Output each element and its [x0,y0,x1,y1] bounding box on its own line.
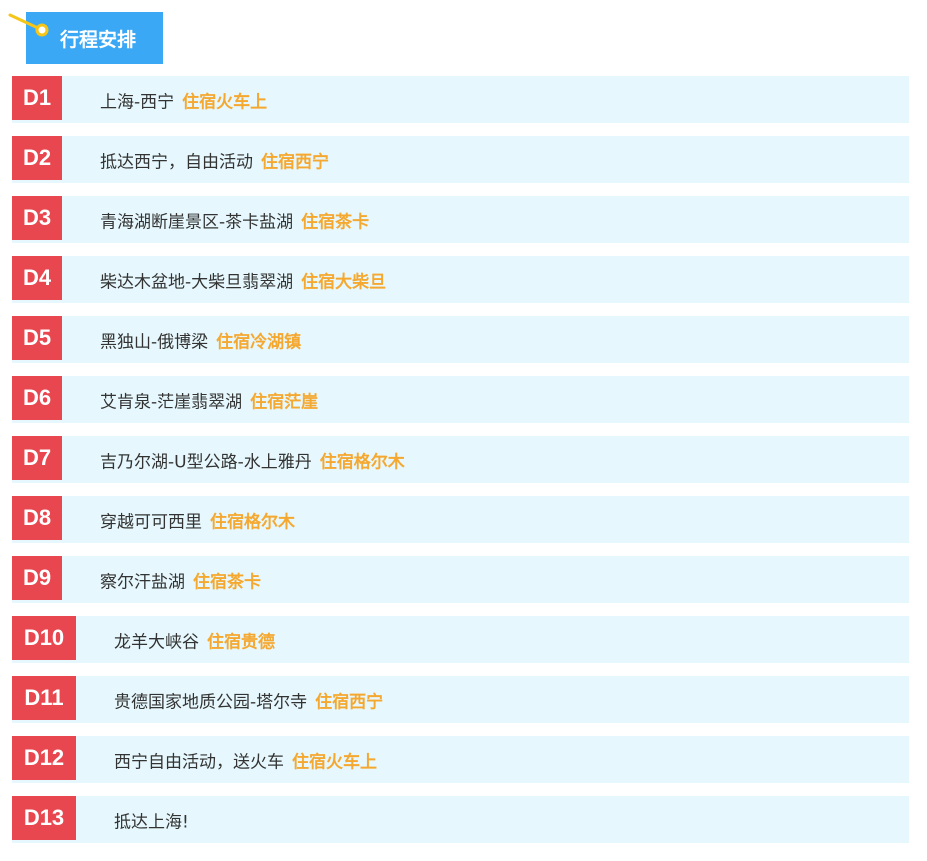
stay-text: 住宿火车上 [292,752,377,772]
route-text: 察尔汗盐湖 [100,572,185,592]
stay-text: 住宿西宁 [315,692,384,712]
day-badge: D5 [12,316,62,360]
stay-text: 住宿西宁 [261,152,329,172]
pin-icon [8,13,49,37]
day-badge: D1 [12,76,62,120]
route-text: 吉乃尔湖-U型公路-水上雅丹 [100,452,312,472]
route-text: 穿越可可西里 [100,512,202,532]
stay-text: 住宿茶卡 [301,212,370,232]
itinerary-row-d11: D11 贵德国家地质公园-塔尔寺 住宿西宁 [12,676,909,723]
itinerary-row-d9: D9 察尔汗盐湖 住宿茶卡 [12,556,909,603]
itinerary-row-d6: D6 艾肯泉-茫崖翡翠湖 住宿茫崖 [12,376,909,423]
day-badge: D2 [12,136,62,180]
day-badge: D11 [12,676,76,720]
route-text: 上海-西宁 [100,92,175,112]
route-text: 西宁自由活动，送火车 [114,752,284,772]
route-text: 柴达木盆地-大柴旦翡翠湖 [100,272,294,292]
day-badge: D10 [12,616,76,660]
itinerary-row-d3: D3 青海湖断崖景区-茶卡盐湖 住宿茶卡 [12,196,909,243]
day-badge: D9 [12,556,62,600]
day-badge: D6 [12,376,62,420]
itinerary-row-d4: D4 柴达木盆地-大柴旦翡翠湖 住宿大柴旦 [12,256,909,303]
day-badge: D3 [12,196,62,240]
route-text: 艾肯泉-茫崖翡翠湖 [100,392,243,412]
itinerary-row-d2: D2 抵达西宁，自由活动 住宿西宁 [12,136,909,183]
route-text: 抵达西宁，自由活动 [100,152,253,172]
day-badge: D12 [12,736,76,780]
stay-text: 住宿大柴旦 [301,272,387,292]
section-title: 行程安排 [60,28,137,51]
itinerary-row-d10: D10 龙羊大峡谷 住宿贵德 [12,616,909,663]
stay-text: 住宿冷湖镇 [216,332,302,352]
itinerary-row-d7: D7 吉乃尔湖-U型公路-水上雅丹 住宿格尔木 [12,436,909,483]
day-badge: D8 [12,496,62,540]
route-text: 青海湖断崖景区-茶卡盐湖 [100,212,294,232]
itinerary-row-d12: D12 西宁自由活动，送火车 住宿火车上 [12,736,909,783]
stay-text: 住宿格尔木 [319,452,405,472]
itinerary-row-d13: D13 抵达上海! [12,796,909,843]
day-badge: D7 [12,436,62,480]
route-text: 龙羊大峡谷 [114,632,199,652]
route-text: 贵德国家地质公园-塔尔寺 [114,692,308,712]
itinerary-row-d5: D5 黑独山-俄博梁 住宿冷湖镇 [12,316,909,363]
stay-text: 住宿火车上 [182,92,268,112]
route-text: 抵达上海! [114,812,189,832]
itinerary-row-d1: D1 上海-西宁 住宿火车上 [12,76,909,123]
itinerary-list: D1 上海-西宁 住宿火车上 D2 抵达西宁，自由活动 住宿西宁 D3 青海湖断崖景… [12,76,909,856]
day-badge: D13 [12,796,76,840]
itinerary-row-d8: D8 穿越可可西里 住宿格尔木 [12,496,909,543]
stay-text: 住宿格尔木 [210,512,295,532]
day-badge: D4 [12,256,62,300]
route-text: 黑独山-俄博梁 [100,332,209,352]
stay-text: 住宿茶卡 [193,572,261,592]
stay-text: 住宿贵德 [207,632,275,652]
stay-text: 住宿茫崖 [250,392,319,412]
